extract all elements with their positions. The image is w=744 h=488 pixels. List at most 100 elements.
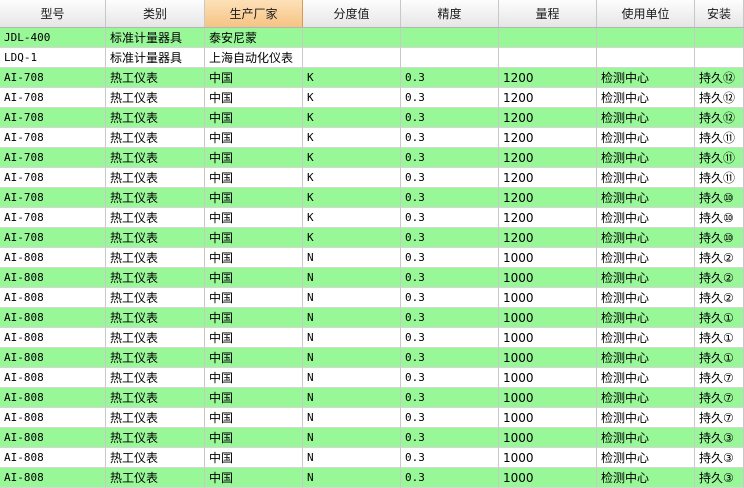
table-cell[interactable]: 检测中心 [597, 408, 695, 428]
table-cell[interactable]: 0.3 [401, 208, 499, 228]
table-cell[interactable]: AI-708 [0, 108, 106, 128]
table-cell[interactable]: 检测中心 [597, 228, 695, 248]
table-cell[interactable]: 检测中心 [597, 148, 695, 168]
table-cell[interactable]: 0.3 [401, 348, 499, 368]
table-row[interactable]: AI-708 热工仪表 中国 K 0.3 1200 检测中心 持久⑫ [0, 88, 744, 108]
table-row[interactable]: AI-808 热工仪表 中国 N 0.3 1000 检测中心 持久③ [0, 468, 744, 488]
table-cell[interactable]: 持久⑩ [695, 188, 744, 208]
table-cell[interactable]: AI-708 [0, 148, 106, 168]
table-cell[interactable]: 检测中心 [597, 108, 695, 128]
table-cell[interactable]: 热工仪表 [106, 128, 205, 148]
table-cell[interactable]: AI-808 [0, 248, 106, 268]
table-cell[interactable]: 1000 [499, 348, 597, 368]
table-cell[interactable]: 0.3 [401, 368, 499, 388]
table-row[interactable]: AI-808 热工仪表 中国 N 0.3 1000 检测中心 持久⑦ [0, 388, 744, 408]
table-cell[interactable]: 0.3 [401, 108, 499, 128]
table-cell[interactable]: 检测中心 [597, 268, 695, 288]
table-cell[interactable]: JDL-400 [0, 28, 106, 48]
table-cell[interactable]: 持久⑪ [695, 148, 744, 168]
table-cell[interactable]: 1000 [499, 448, 597, 468]
table-cell[interactable]: 0.3 [401, 188, 499, 208]
table-cell[interactable]: 热工仪表 [106, 368, 205, 388]
table-cell[interactable] [303, 48, 401, 68]
table-cell[interactable]: 1200 [499, 68, 597, 88]
table-cell[interactable]: 中国 [205, 408, 303, 428]
table-cell[interactable]: 持久① [695, 328, 744, 348]
table-cell[interactable]: N [303, 428, 401, 448]
table-cell[interactable]: 1000 [499, 288, 597, 308]
table-cell[interactable]: 0.3 [401, 328, 499, 348]
table-cell[interactable]: 热工仪表 [106, 208, 205, 228]
table-cell[interactable]: 0.3 [401, 288, 499, 308]
table-cell[interactable]: 泰安尼蒙 [205, 28, 303, 48]
table-cell[interactable]: 中国 [205, 108, 303, 128]
table-cell[interactable]: AI-808 [0, 368, 106, 388]
table-cell[interactable]: N [303, 408, 401, 428]
table-cell[interactable]: K [303, 88, 401, 108]
table-cell[interactable]: AI-808 [0, 328, 106, 348]
table-cell[interactable]: 热工仪表 [106, 328, 205, 348]
table-row[interactable]: AI-708 热工仪表 中国 K 0.3 1200 检测中心 持久⑪ [0, 128, 744, 148]
table-cell[interactable]: 持久③ [695, 428, 744, 448]
table-cell[interactable]: 0.3 [401, 408, 499, 428]
table-cell[interactable] [303, 28, 401, 48]
table-cell[interactable]: 中国 [205, 428, 303, 448]
table-cell[interactable]: K [303, 128, 401, 148]
table-cell[interactable]: 检测中心 [597, 208, 695, 228]
table-cell[interactable]: 1000 [499, 388, 597, 408]
table-cell[interactable]: N [303, 468, 401, 488]
table-row[interactable]: AI-708 热工仪表 中国 K 0.3 1200 检测中心 持久⑩ [0, 208, 744, 228]
table-row[interactable]: AI-708 热工仪表 中国 K 0.3 1200 检测中心 持久⑫ [0, 108, 744, 128]
table-cell[interactable]: LDQ-1 [0, 48, 106, 68]
column-header[interactable]: 生产厂家 [205, 0, 303, 27]
table-cell[interactable]: AI-708 [0, 88, 106, 108]
table-cell[interactable]: AI-808 [0, 348, 106, 368]
table-row[interactable]: AI-708 热工仪表 中国 K 0.3 1200 检测中心 持久⑪ [0, 148, 744, 168]
table-cell[interactable]: K [303, 108, 401, 128]
table-cell[interactable]: N [303, 328, 401, 348]
table-cell[interactable]: AI-808 [0, 408, 106, 428]
table-cell[interactable]: 中国 [205, 168, 303, 188]
table-cell[interactable]: 1200 [499, 148, 597, 168]
table-cell[interactable]: 1000 [499, 428, 597, 448]
table-cell[interactable]: 检测中心 [597, 88, 695, 108]
table-cell[interactable]: 热工仪表 [106, 108, 205, 128]
table-cell[interactable]: 中国 [205, 88, 303, 108]
table-cell[interactable]: 持久⑦ [695, 408, 744, 428]
table-cell[interactable]: 0.3 [401, 308, 499, 328]
table-cell[interactable]: 热工仪表 [106, 348, 205, 368]
table-cell[interactable]: 1200 [499, 128, 597, 148]
table-cell[interactable]: K [303, 228, 401, 248]
table-cell[interactable]: 0.3 [401, 448, 499, 468]
table-cell[interactable]: 持久⑦ [695, 388, 744, 408]
column-header[interactable]: 分度值 [303, 0, 401, 27]
table-cell[interactable]: N [303, 268, 401, 288]
table-cell[interactable]: 0.3 [401, 148, 499, 168]
table-cell[interactable]: AI-808 [0, 268, 106, 288]
table-row[interactable]: AI-808 热工仪表 中国 N 0.3 1000 检测中心 持久① [0, 308, 744, 328]
table-cell[interactable]: 1000 [499, 308, 597, 328]
table-cell[interactable]: AI-808 [0, 468, 106, 488]
table-cell[interactable]: 标准计量器具 [106, 48, 205, 68]
table-row[interactable]: AI-708 热工仪表 中国 K 0.3 1200 检测中心 持久⑪ [0, 168, 744, 188]
table-row[interactable]: JDL-400 标准计量器具 泰安尼蒙 [0, 28, 744, 48]
table-row[interactable]: AI-808 热工仪表 中国 N 0.3 1000 检测中心 持久② [0, 248, 744, 268]
table-cell[interactable]: N [303, 348, 401, 368]
table-cell[interactable]: AI-708 [0, 208, 106, 228]
table-cell[interactable]: 1200 [499, 208, 597, 228]
table-cell[interactable]: 持久⑩ [695, 208, 744, 228]
table-cell[interactable]: 1000 [499, 328, 597, 348]
table-cell[interactable]: N [303, 288, 401, 308]
table-cell[interactable]: 持久③ [695, 448, 744, 468]
table-cell[interactable]: 1000 [499, 248, 597, 268]
table-cell[interactable]: 持久⑫ [695, 68, 744, 88]
table-cell[interactable]: 标准计量器具 [106, 28, 205, 48]
table-cell[interactable]: 热工仪表 [106, 408, 205, 428]
table-cell[interactable]: K [303, 68, 401, 88]
table-cell[interactable]: N [303, 248, 401, 268]
table-cell[interactable]: N [303, 368, 401, 388]
table-cell[interactable]: 中国 [205, 188, 303, 208]
table-cell[interactable]: AI-708 [0, 68, 106, 88]
table-row[interactable]: AI-808 热工仪表 中国 N 0.3 1000 检测中心 持久① [0, 348, 744, 368]
table-cell[interactable]: 中国 [205, 208, 303, 228]
